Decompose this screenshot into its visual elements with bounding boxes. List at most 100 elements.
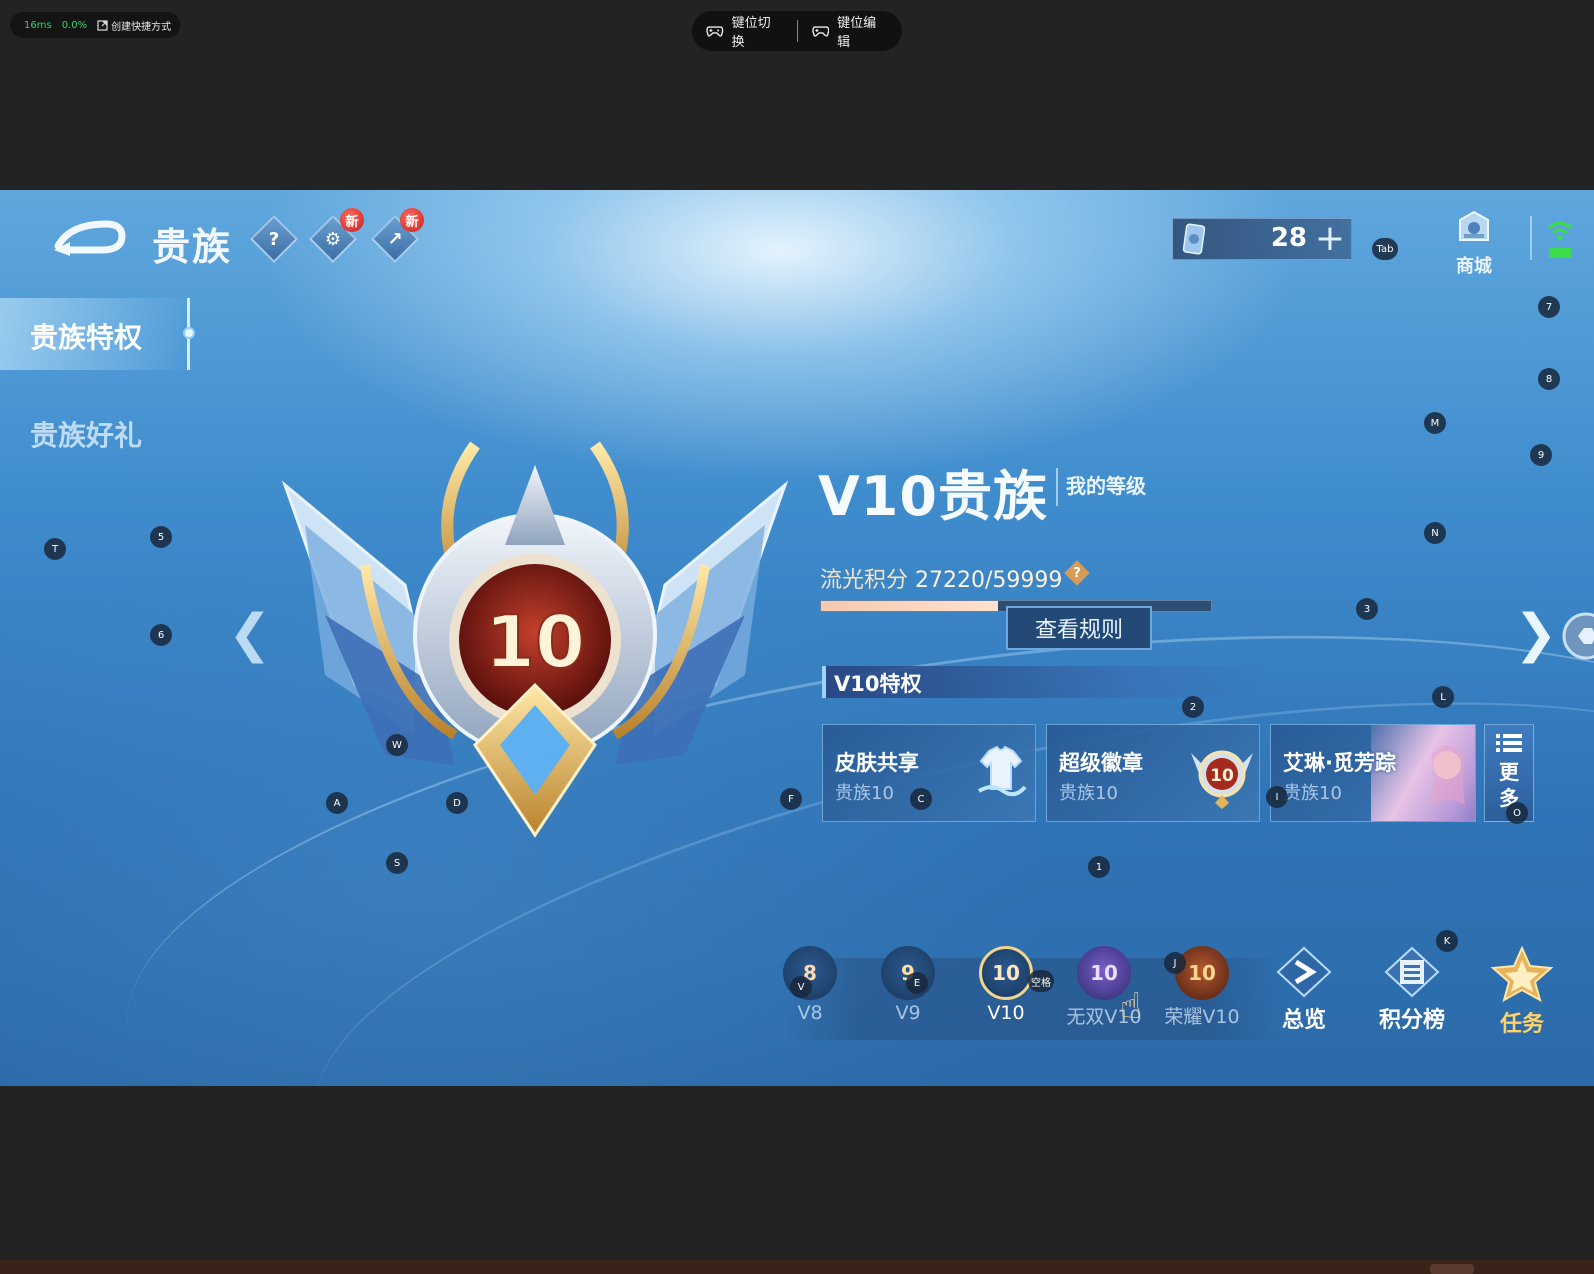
page-title: 贵族	[152, 225, 233, 269]
privilege-card-super-badge[interactable]: 超级徽章 贵族10 10	[1046, 724, 1260, 822]
tab-label: V8	[797, 1002, 823, 1024]
help-icon: ?	[268, 228, 280, 250]
tab-label: 荣耀V10	[1164, 1006, 1240, 1028]
points-value: 27220/59999	[915, 568, 1063, 593]
overview-label: 总览	[1281, 1008, 1326, 1033]
packet-loss-text: 0.0%	[61, 19, 88, 31]
noble-badge-emblem: 10	[281, 441, 789, 838]
tasks-label: 任务	[1499, 1012, 1544, 1037]
key-hint-s: S	[386, 852, 408, 874]
noble-level-title: V10贵族	[818, 465, 1048, 528]
pointer-hand-icon: ☝	[1120, 986, 1142, 1027]
share-new-badge: 新	[400, 208, 424, 232]
key-hint-2: 2	[1182, 696, 1204, 718]
performance-indicator: 16ms 0.0% 创建快捷方式	[10, 12, 180, 38]
emulator-toolbar: 键位切换 键位编辑	[692, 11, 902, 51]
key-hint-space: 空格	[1028, 970, 1054, 992]
key-hint-w: W	[386, 734, 408, 756]
skin-character-icon	[1431, 745, 1465, 805]
super-badge-number: 10	[1210, 766, 1234, 786]
key-edit-button[interactable]: 键位编辑	[798, 12, 903, 50]
question-icon: ?	[1073, 565, 1081, 581]
shop-button[interactable]: 商城	[1444, 208, 1504, 278]
key-hint-8: 8	[1538, 368, 1560, 390]
glory-emblem-icon: 10	[1175, 946, 1229, 1000]
key-hint-n: N	[1424, 522, 1446, 544]
more-label-1: 更	[1499, 760, 1519, 784]
next-level-arrow[interactable]: ❯	[1514, 604, 1558, 664]
key-hint-tab: Tab	[1372, 238, 1398, 260]
key-edit-label: 键位编辑	[837, 16, 877, 50]
tasks-star-icon	[1490, 945, 1554, 1003]
badge-level-number: 10	[485, 600, 585, 684]
shop-label: 商城	[1456, 256, 1492, 277]
sidebar-item-privileges[interactable]: 贵族特权	[0, 298, 195, 370]
key-hint-a: A	[326, 792, 348, 814]
key-switch-label: 键位切换	[731, 16, 771, 50]
card-title: 艾琳·觅芳踪	[1283, 751, 1396, 775]
side-gear-icon[interactable]	[1560, 610, 1594, 662]
privileges-header-label: V10特权	[834, 672, 922, 696]
card-title: 超级徽章	[1059, 751, 1143, 775]
leaderboard-label: 积分榜	[1378, 1008, 1445, 1033]
key-hint-d: D	[446, 792, 468, 814]
card-subtitle: 贵族10	[835, 783, 894, 804]
points-help-button[interactable]: ?	[1064, 560, 1090, 586]
key-hint-6: 6	[150, 624, 172, 646]
key-hint-o: O	[1506, 802, 1528, 824]
noble-coupon-counter: 28 +	[1172, 218, 1352, 260]
glow-points: 流光积分 27220/59999	[820, 562, 1062, 594]
header-divider	[1530, 216, 1532, 260]
card-subtitle: 贵族10	[1283, 783, 1342, 804]
points-progress-fill	[821, 601, 998, 611]
v9-emblem-icon: 9	[881, 946, 935, 1000]
shirt-share-icon	[978, 745, 1027, 797]
coupon-card-icon	[1182, 223, 1206, 255]
create-shortcut-button[interactable]: 创建快捷方式	[97, 18, 171, 33]
overview-icon	[1276, 946, 1332, 998]
list-icon	[1496, 734, 1522, 752]
shortcut-icon	[97, 19, 108, 31]
card-subtitle: 贵族10	[1059, 783, 1118, 804]
privilege-card-skin-share[interactable]: 皮肤共享 贵族10	[822, 724, 1036, 822]
v10-emblem-number: 10	[992, 961, 1020, 985]
key-hint-f: F	[780, 788, 802, 810]
key-hint-9: 9	[1530, 444, 1552, 466]
v10-emblem-icon: 10	[979, 946, 1033, 1000]
points-label: 流光积分	[820, 568, 909, 593]
leaderboard-button[interactable]: 积分榜	[1364, 946, 1460, 1034]
key-hint-m: M	[1424, 412, 1446, 434]
view-rules-button[interactable]: 查看规则	[1006, 606, 1152, 650]
key-hint-7: 7	[1538, 296, 1560, 318]
key-hint-1: 1	[1088, 856, 1110, 878]
back-arrow-icon[interactable]	[50, 216, 130, 258]
key-hint-i: I	[1266, 786, 1288, 808]
taskbar-handle	[1430, 1264, 1474, 1274]
active-indicator-icon	[183, 327, 195, 339]
key-hint-v: V	[790, 976, 812, 998]
key-hint-5: 5	[150, 526, 172, 548]
key-hint-k: K	[1436, 930, 1458, 952]
key-hint-l: L	[1432, 686, 1454, 708]
v9-emblem-number: 9	[901, 961, 915, 985]
key-switch-button[interactable]: 键位切换	[692, 12, 797, 50]
key-hint-c: C	[910, 788, 932, 810]
help-button[interactable]: ?	[249, 214, 299, 264]
shop-icon	[1459, 210, 1489, 241]
sidebar-item-label: 贵族特权	[30, 321, 143, 354]
leaderboard-icon	[1384, 946, 1440, 998]
coupon-count: 28	[1270, 223, 1307, 253]
overview-button[interactable]: 总览	[1256, 946, 1352, 1034]
key-hint-3: 3	[1356, 598, 1378, 620]
card-title: 皮肤共享	[835, 751, 919, 775]
sidebar-item-gifts[interactable]: 贵族好礼	[0, 404, 190, 464]
tasks-button[interactable]: 任务	[1474, 945, 1570, 1038]
sidebar-item-label: 贵族好礼	[30, 419, 143, 452]
level-title-divider	[1056, 468, 1058, 506]
privilege-card-skin[interactable]: 艾琳·觅芳踪 贵族10	[1270, 724, 1476, 822]
glory-emblem-number: 10	[1188, 961, 1216, 985]
latency-text: 16ms	[24, 19, 52, 31]
add-coupon-button[interactable]: +	[1315, 219, 1345, 259]
my-level-label: 我的等级	[1066, 474, 1146, 498]
gamepad-edit-icon	[811, 26, 829, 37]
